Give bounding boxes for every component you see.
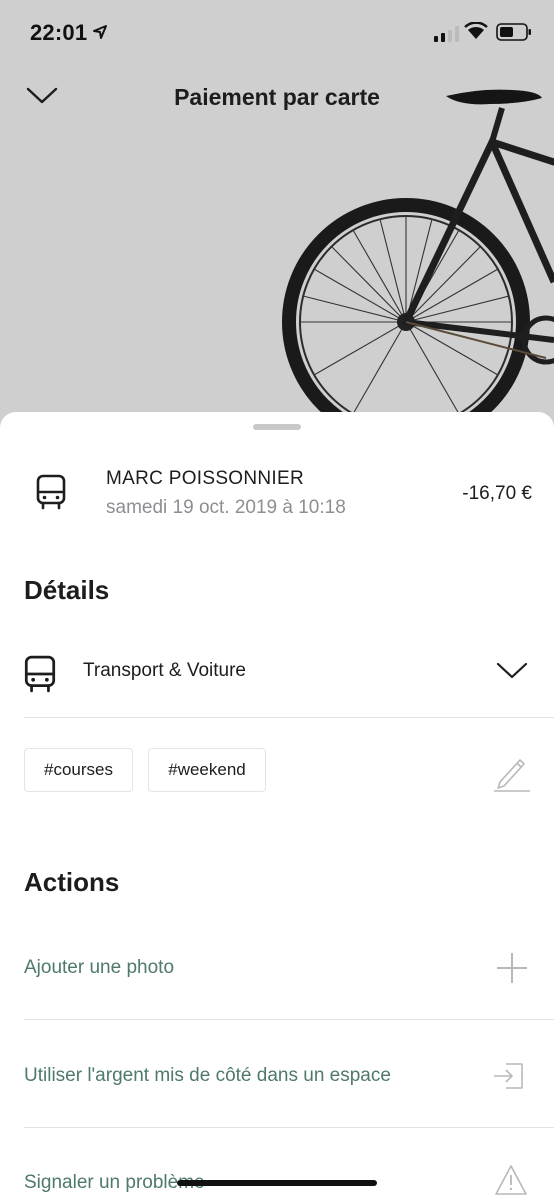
- transfer-icon[interactable]: [492, 1062, 526, 1090]
- chevron-down-icon[interactable]: [496, 662, 528, 680]
- merchant-name: MARC POISSONNIER: [106, 468, 304, 489]
- bus-icon: [24, 655, 56, 693]
- bus-icon: [36, 474, 66, 510]
- battery-icon: [496, 23, 531, 41]
- details-heading: Détails: [24, 575, 110, 605]
- transaction-date: samedi 19 oct. 2019 à 10:18: [106, 497, 346, 518]
- cellular-signal-icon: [434, 26, 459, 42]
- tag-chip[interactable]: #weekend: [148, 748, 266, 792]
- header-banner: Paiement par carte: [0, 60, 554, 420]
- divider: [24, 1127, 554, 1128]
- wifi-icon: [464, 22, 488, 39]
- actions-heading: Actions: [24, 867, 120, 897]
- transaction-sheet: MARC POISSONNIER samedi 19 oct. 2019 à 1…: [0, 412, 554, 1200]
- divider: [24, 717, 554, 718]
- status-time: 22:01: [30, 20, 88, 45]
- divider: [24, 1019, 554, 1020]
- pencil-icon[interactable]: [494, 754, 530, 792]
- plus-icon[interactable]: [496, 952, 528, 984]
- tag-chip[interactable]: #courses: [24, 748, 133, 792]
- category-label[interactable]: Transport & Voiture: [83, 660, 246, 682]
- use-savings-action[interactable]: Utiliser l'argent mis de côté dans un es…: [24, 1065, 391, 1087]
- status-bar: 22:01: [0, 0, 554, 60]
- warning-icon[interactable]: [494, 1164, 528, 1196]
- home-indicator[interactable]: [177, 1180, 377, 1186]
- drag-handle[interactable]: [253, 424, 301, 430]
- transaction-amount: -16,70 €: [462, 483, 532, 504]
- add-photo-action[interactable]: Ajouter une photo: [24, 957, 174, 979]
- bicycle-image: [282, 89, 554, 420]
- location-arrow-icon: [93, 25, 107, 39]
